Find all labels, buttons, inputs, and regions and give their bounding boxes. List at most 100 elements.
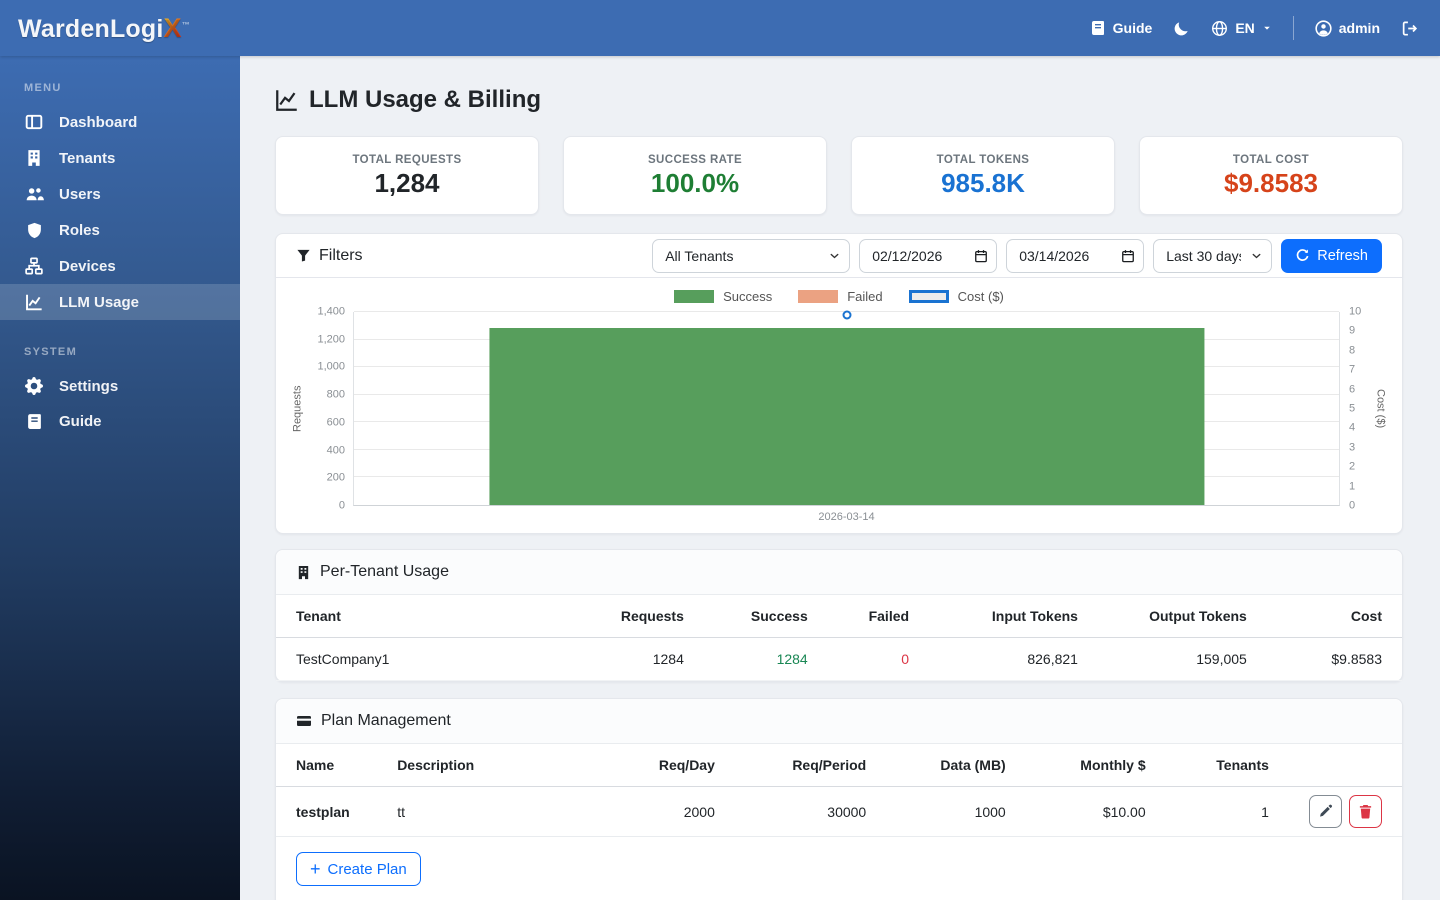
plan-management-header: Plan Management bbox=[276, 699, 1402, 744]
right-axis-tick: 7 bbox=[1349, 365, 1355, 376]
right-axis-tick: 10 bbox=[1349, 307, 1361, 318]
user-menu[interactable]: admin bbox=[1315, 20, 1380, 37]
building-icon bbox=[24, 149, 44, 167]
create-plan-label: Create Plan bbox=[328, 861, 407, 878]
person-circle-icon bbox=[1315, 20, 1332, 37]
col-failed: Failed bbox=[828, 595, 929, 638]
cell-data-mb: 1000 bbox=[886, 787, 1026, 837]
sidebar-item-guide[interactable]: Guide bbox=[0, 404, 240, 439]
logout-button[interactable] bbox=[1401, 20, 1418, 37]
globe-icon bbox=[1211, 20, 1228, 37]
left-axis-tick: 200 bbox=[327, 473, 345, 484]
tenant-usage-table: Tenant Requests Success Failed Input Tok… bbox=[276, 595, 1402, 681]
sidebar-item-label: Users bbox=[59, 186, 101, 203]
logout-icon bbox=[1401, 20, 1418, 37]
sidebar-item-roles[interactable]: Roles bbox=[0, 213, 240, 248]
create-plan-button[interactable]: + Create Plan bbox=[296, 852, 421, 886]
cell-req-day: 2000 bbox=[589, 787, 734, 837]
right-axis-tick: 6 bbox=[1349, 384, 1355, 395]
stat-total-requests: TOTAL REQUESTS 1,284 bbox=[275, 136, 539, 215]
sidebar-item-devices[interactable]: Devices bbox=[0, 248, 240, 284]
language-dropdown[interactable]: EN bbox=[1211, 20, 1271, 37]
top-navbar: WardenLogiX™ Guide EN ad bbox=[0, 0, 1440, 56]
caret-down-icon bbox=[1262, 23, 1272, 33]
chart-right-ticks: 012345678910 bbox=[1340, 312, 1373, 506]
section-title: Plan Management bbox=[321, 712, 451, 730]
book-icon bbox=[24, 413, 44, 430]
cell-output-tokens: 159,005 bbox=[1098, 638, 1267, 681]
nav-guide-link[interactable]: Guide bbox=[1090, 20, 1153, 36]
brand-accent: X bbox=[164, 13, 182, 43]
col-req-day: Req/Day bbox=[589, 744, 734, 787]
col-tenants: Tenants bbox=[1166, 744, 1289, 787]
edit-plan-button[interactable] bbox=[1309, 795, 1342, 828]
people-icon bbox=[24, 185, 44, 204]
book-icon bbox=[1090, 20, 1106, 36]
left-axis-tick: 0 bbox=[339, 501, 345, 512]
date-range-select[interactable]: Last 30 days bbox=[1153, 239, 1272, 273]
sidebar-item-label: Roles bbox=[59, 222, 100, 239]
stat-label: SUCCESS RATE bbox=[648, 154, 742, 166]
sidebar-menu-heading: MENU bbox=[0, 56, 240, 104]
brand-logo[interactable]: WardenLogiX™ bbox=[0, 13, 240, 44]
calendar-icon[interactable] bbox=[974, 249, 988, 263]
per-tenant-usage-header: Per-Tenant Usage bbox=[276, 550, 1402, 595]
col-req-period: Req/Period bbox=[735, 744, 886, 787]
legend-item-cost-[interactable]: Cost ($) bbox=[909, 289, 1004, 304]
left-axis-tick: 1,000 bbox=[317, 362, 345, 373]
left-axis-tick: 600 bbox=[327, 417, 345, 428]
chart-legend: Success Failed Cost ($) bbox=[290, 287, 1388, 305]
bar-success bbox=[489, 328, 1204, 505]
legend-item-success[interactable]: Success bbox=[674, 289, 772, 304]
legend-label: Failed bbox=[847, 289, 882, 304]
sidebar-item-label: Guide bbox=[59, 413, 102, 430]
graph-up-icon bbox=[275, 88, 299, 112]
sidebar-item-llm-usage[interactable]: LLM Usage bbox=[0, 284, 240, 320]
nav-guide-label: Guide bbox=[1113, 20, 1153, 36]
calendar-icon[interactable] bbox=[1121, 249, 1135, 263]
stat-total-tokens: TOTAL TOKENS 985.8K bbox=[851, 136, 1115, 215]
shield-icon bbox=[24, 222, 44, 239]
brand-trademark: ™ bbox=[182, 20, 190, 29]
legend-item-failed[interactable]: Failed bbox=[798, 289, 882, 304]
right-axis-tick: 2 bbox=[1349, 462, 1355, 473]
chart-x-axis-labels: 2026-03-14 bbox=[338, 511, 1355, 523]
tenant-filter-select[interactable]: All Tenants bbox=[652, 239, 850, 273]
user-name-label: admin bbox=[1339, 20, 1380, 36]
filters-title: Filters bbox=[296, 247, 363, 265]
left-axis-tick: 800 bbox=[327, 390, 345, 401]
gear-icon bbox=[24, 377, 44, 395]
stat-label: TOTAL COST bbox=[1233, 154, 1309, 166]
cell-monthly: $10.00 bbox=[1026, 787, 1166, 837]
theme-toggle-button[interactable] bbox=[1173, 20, 1190, 37]
right-axis-title: Cost ($) bbox=[1373, 312, 1388, 506]
col-description: Description bbox=[377, 744, 589, 787]
stat-value: 1,284 bbox=[374, 169, 439, 198]
right-axis-tick: 8 bbox=[1349, 345, 1355, 356]
sidebar-item-dashboard[interactable]: Dashboard bbox=[0, 104, 240, 140]
col-output-tokens: Output Tokens bbox=[1098, 595, 1267, 638]
refresh-icon bbox=[1295, 248, 1310, 263]
stat-label: TOTAL TOKENS bbox=[937, 154, 1030, 166]
sidebar-item-tenants[interactable]: Tenants bbox=[0, 140, 240, 176]
refresh-label: Refresh bbox=[1317, 248, 1368, 264]
sidebar-item-settings[interactable]: Settings bbox=[0, 368, 240, 404]
chart-plot-area bbox=[353, 312, 1340, 506]
page-title-text: LLM Usage & Billing bbox=[309, 86, 541, 114]
plan-management-section: Plan Management Name Description Req/Day… bbox=[275, 698, 1403, 900]
sidebar-item-label: Devices bbox=[59, 258, 116, 275]
stat-value: $9.8583 bbox=[1224, 169, 1318, 198]
delete-plan-button[interactable] bbox=[1349, 795, 1382, 828]
right-axis-tick: 9 bbox=[1349, 326, 1355, 337]
sidebar-item-users[interactable]: Users bbox=[0, 176, 240, 213]
col-tenant: Tenant bbox=[276, 595, 569, 638]
right-axis-tick: 3 bbox=[1349, 442, 1355, 453]
refresh-button[interactable]: Refresh bbox=[1281, 239, 1382, 273]
usage-chart-card: SuccessFailedCost ($) Requests 020040060… bbox=[275, 278, 1403, 534]
stat-total-cost: TOTAL COST $9.8583 bbox=[1139, 136, 1403, 215]
right-axis-tick: 0 bbox=[1349, 501, 1355, 512]
chart-left-ticks: 02004006008001,0001,2001,400 bbox=[305, 312, 353, 506]
plan-table: Name Description Req/Day Req/Period Data… bbox=[276, 744, 1402, 837]
left-axis-tick: 400 bbox=[327, 445, 345, 456]
line-chart-icon bbox=[24, 293, 44, 311]
